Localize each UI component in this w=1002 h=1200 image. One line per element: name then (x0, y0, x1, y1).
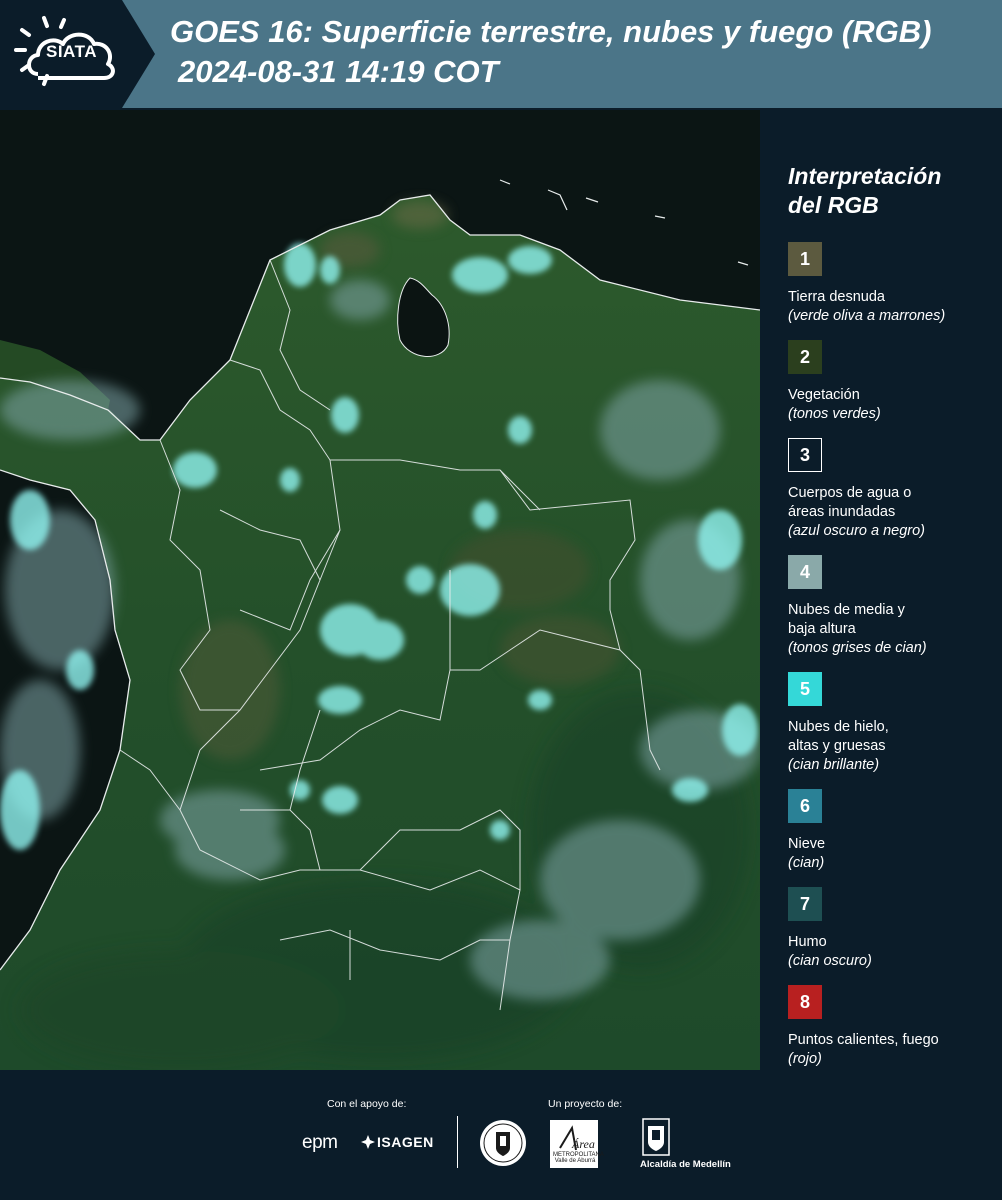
page-timestamp: 2024-08-31 14:19 COT (178, 54, 499, 89)
legend-item: 4 Nubes de media y baja altura (tonos gris… (788, 555, 993, 658)
legend-swatch: 1 (788, 242, 822, 276)
legend-label: Cuerpos de agua o áreas inundadas (788, 485, 912, 520)
header-bar: SIATA GOES 16: Superficie terrestre, nub… (0, 0, 1002, 108)
support-label: Con el apoyo de: (327, 1098, 407, 1110)
satellite-map (0, 110, 760, 1070)
legend-label: Tierra desnuda (788, 289, 885, 305)
legend-label: Nieve (788, 836, 826, 852)
legend-description: (cian oscuro) (788, 953, 872, 969)
legend-item: 1 Tierra desnuda (verde oliva a marrones) (788, 242, 993, 326)
legend-swatch: 7 (788, 887, 822, 921)
legend-items: 1 Tierra desnuda (verde oliva a marrones) 2… (788, 242, 993, 1069)
legend-item: 2 Vegetación (tonos verdes) (788, 340, 993, 424)
legend-item: 5 Nubes de hielo, altas y gruesas (cian br… (788, 672, 993, 775)
area-logo-text: Área (571, 1137, 595, 1151)
legend-label: Puntos calientes, fuego (788, 1032, 939, 1048)
legend-label: Humo (788, 934, 827, 950)
legend-title-line1: Interpretación (788, 163, 942, 189)
project-label: Un proyecto de: (548, 1098, 623, 1110)
footer-divider (457, 1116, 458, 1168)
alcaldia-text: Alcaldía de Medellín (640, 1159, 731, 1170)
legend-label: Nubes de hielo, altas y gruesas (788, 719, 889, 754)
legend-description: (tonos grises de cian) (788, 640, 927, 656)
rgb-legend: Interpretación del RGB 1 Tierra desnuda (v… (788, 162, 993, 1083)
page-title: GOES 16: Superficie terrestre, nubes y f… (170, 14, 932, 49)
legend-item: 6 Nieve (cian) (788, 789, 993, 873)
legend-swatch: 8 (788, 985, 822, 1019)
legend-item: 3 Cuerpos de agua o áreas inundadas (azul … (788, 438, 993, 541)
legend-swatch: 4 (788, 555, 822, 589)
legend-description: (cian brillante) (788, 757, 880, 773)
legend-swatch: 6 (788, 789, 822, 823)
legend-item: 7 Humo (cian oscuro) (788, 887, 993, 971)
area-logo-subtitle: METROPOLITANA Valle de Aburrá (553, 1152, 604, 1164)
footer: Con el apoyo de: Un proyecto de: epm ISA… (0, 1070, 1002, 1200)
legend-item: 8 Puntos calientes, fuego (rojo) (788, 985, 993, 1069)
legend-description: (azul oscuro a negro) (788, 523, 926, 539)
legend-label: Nubes de media y baja altura (788, 602, 905, 637)
legend-swatch: 2 (788, 340, 822, 374)
legend-swatch: 3 (788, 438, 822, 472)
legend-title: Interpretación del RGB (788, 162, 993, 220)
satellite-image (0, 110, 760, 1070)
isagen-icon (361, 1135, 375, 1149)
legend-title-line2: del RGB (788, 192, 879, 218)
siata-logo-text: SIATA (46, 42, 97, 61)
isagen-logo: ISAGEN (377, 1134, 434, 1150)
legend-label: Vegetación (788, 387, 860, 403)
legend-description: (cian) (788, 855, 825, 871)
legend-description: (rojo) (788, 1051, 822, 1067)
legend-swatch: 5 (788, 672, 822, 706)
alcaldia-shield-icon (642, 1118, 670, 1156)
epm-logo: epm (302, 1132, 338, 1153)
medellin-seal-icon (480, 1120, 526, 1166)
legend-description: (verde oliva a marrones) (788, 308, 946, 324)
legend-description: (tonos verdes) (788, 406, 881, 422)
